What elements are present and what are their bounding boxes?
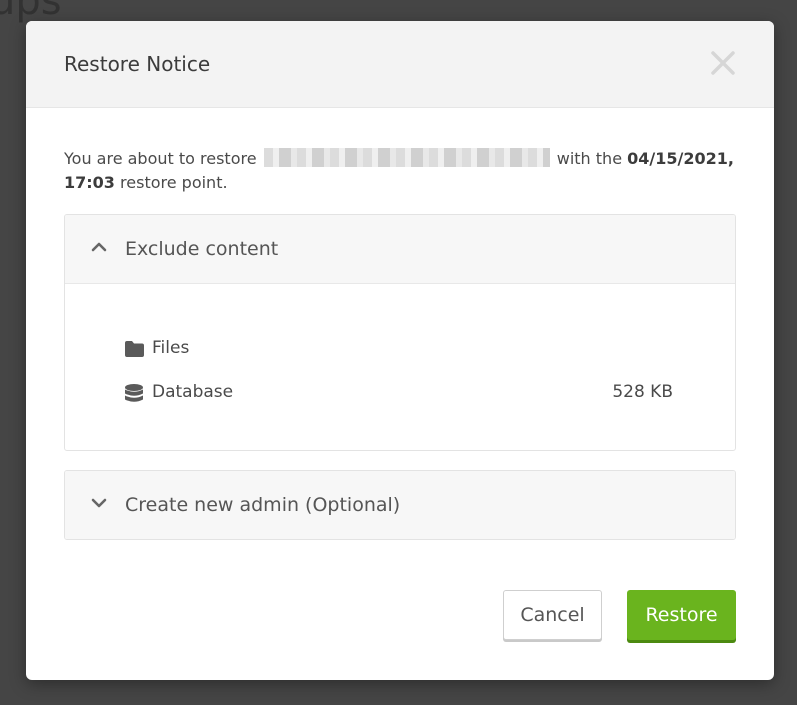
intro-prefix: You are about to restore xyxy=(64,149,257,168)
create-admin-panel: Create new admin (Optional) xyxy=(64,470,736,540)
create-admin-title: Create new admin (Optional) xyxy=(125,494,401,516)
exclude-item-files[interactable]: Files xyxy=(125,338,673,362)
exclude-content-title: Exclude content xyxy=(125,238,279,260)
close-icon[interactable] xyxy=(710,50,736,76)
folder-icon xyxy=(125,341,144,357)
restore-notice-dialog: Restore Notice You are about to restore … xyxy=(26,21,774,680)
restore-button[interactable]: Restore xyxy=(627,590,736,640)
redacted-site-url xyxy=(263,148,550,167)
restore-message: You are about to restore with the 04/15/… xyxy=(64,147,744,195)
chevron-down-icon xyxy=(91,498,107,508)
create-admin-toggle[interactable]: Create new admin (Optional) xyxy=(65,471,735,539)
database-label: Database xyxy=(152,382,234,402)
intro-suffix: restore point. xyxy=(120,173,228,192)
database-size: 528 KB xyxy=(612,382,673,402)
chevron-up-icon xyxy=(91,242,107,252)
database-icon xyxy=(125,384,143,402)
cancel-button[interactable]: Cancel xyxy=(503,590,602,640)
exclude-item-database[interactable]: Database 528 KB xyxy=(125,382,673,406)
files-label: Files xyxy=(152,338,190,358)
exclude-content-toggle[interactable]: Exclude content xyxy=(65,215,735,284)
exclude-content-panel: Exclude content Files Database 528 KB xyxy=(64,214,736,451)
intro-middle: with the xyxy=(556,149,623,168)
dialog-title: Restore Notice xyxy=(64,52,211,76)
dialog-header: Restore Notice xyxy=(26,21,774,108)
